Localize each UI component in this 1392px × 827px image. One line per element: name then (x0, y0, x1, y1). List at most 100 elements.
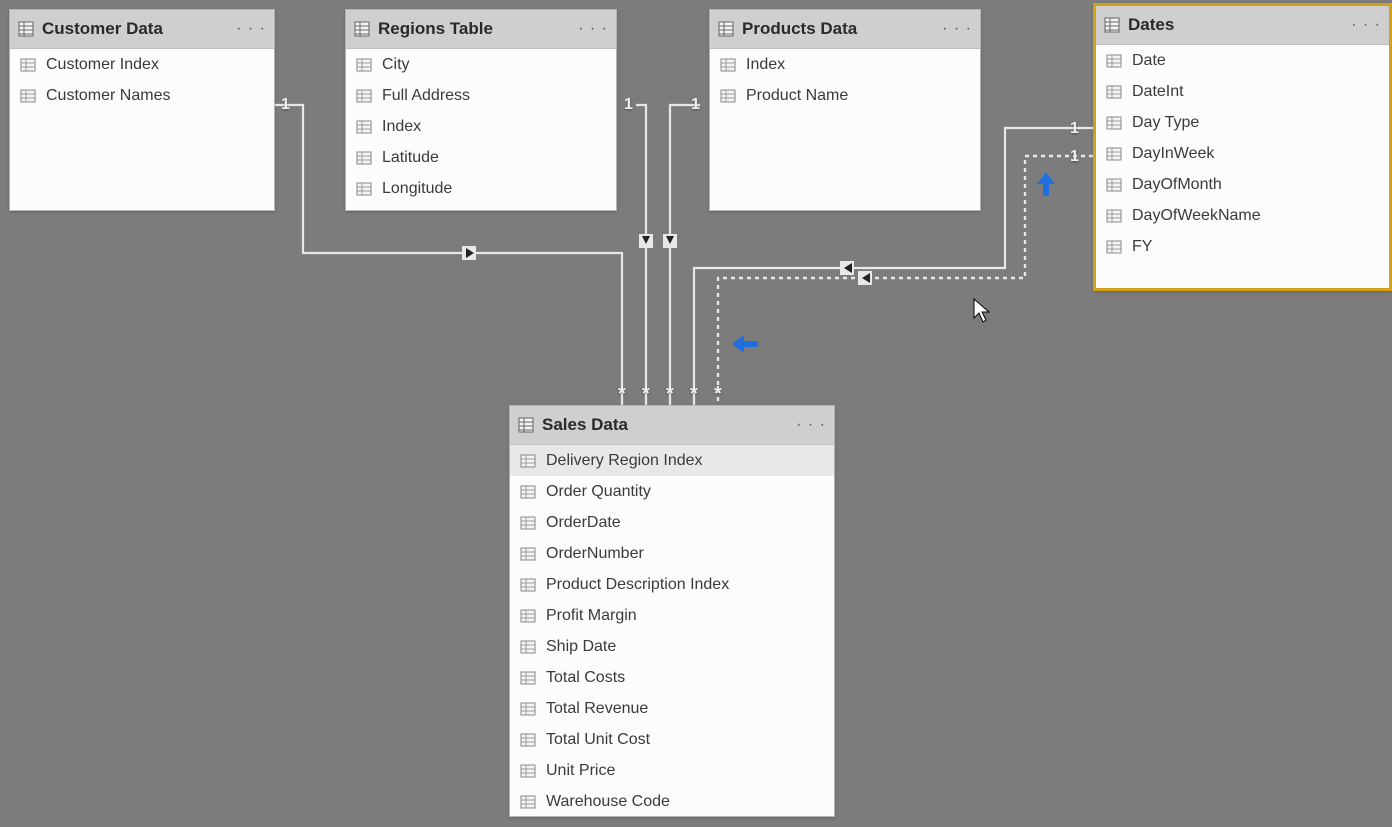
field-row[interactable]: Warehouse Code (510, 786, 834, 815)
field-row[interactable]: DayInWeek (1096, 138, 1389, 169)
field-label: Index (746, 56, 785, 74)
field-row[interactable]: Total Unit Cost (510, 724, 834, 755)
table-header[interactable]: Sales Data · · · (510, 406, 834, 445)
table-icon (1104, 17, 1120, 33)
field-row[interactable]: Day Type (1096, 107, 1389, 138)
column-icon (520, 485, 536, 499)
cardinality-label: * (690, 383, 698, 406)
field-label: Unit Price (546, 762, 615, 780)
table-title: Sales Data (542, 415, 628, 435)
field-label: OrderNumber (546, 545, 644, 563)
field-label: Total Revenue (546, 700, 648, 718)
field-row[interactable]: Profit Margin (510, 600, 834, 631)
field-label: Total Unit Cost (546, 731, 650, 749)
field-label: Date (1132, 52, 1166, 70)
field-label: City (382, 56, 410, 74)
table-title: Regions Table (378, 19, 493, 39)
field-row[interactable]: Ship Date (510, 631, 834, 662)
column-icon (520, 795, 536, 809)
column-icon (520, 764, 536, 778)
column-icon (356, 182, 372, 196)
field-list[interactable]: City Full Address Index Latitude Longitude (346, 49, 616, 209)
table-header[interactable]: Dates · · · (1096, 6, 1389, 45)
table-regions[interactable]: Regions Table · · · City Full Address Index L… (345, 9, 617, 211)
field-list[interactable]: Index Product Name (710, 49, 980, 209)
table-menu-button[interactable]: · · · (942, 20, 972, 38)
field-label: Warehouse Code (546, 793, 670, 811)
table-menu-button[interactable]: · · · (236, 20, 266, 38)
field-row[interactable]: Customer Index (10, 49, 274, 80)
column-icon (1106, 54, 1122, 68)
field-label: Product Name (746, 87, 848, 105)
field-label: OrderDate (546, 514, 621, 532)
table-header[interactable]: Customer Data · · · (10, 10, 274, 49)
field-row[interactable]: Full Address (346, 80, 616, 111)
field-row[interactable]: Unit Price (510, 755, 834, 786)
column-icon (720, 89, 736, 103)
annotation-arrow-left (730, 333, 760, 360)
field-row[interactable]: DayOfWeekName (1096, 200, 1389, 231)
field-row[interactable]: Order Quantity (510, 476, 834, 507)
table-header[interactable]: Regions Table · · · (346, 10, 616, 49)
table-title: Customer Data (42, 19, 163, 39)
column-icon (520, 578, 536, 592)
field-row[interactable]: Total Costs (510, 662, 834, 693)
field-row[interactable]: Latitude (346, 142, 616, 173)
table-menu-button[interactable]: · · · (796, 416, 826, 434)
field-label: Order Quantity (546, 483, 651, 501)
field-row[interactable]: Index (710, 49, 980, 80)
table-icon (354, 21, 370, 37)
field-list[interactable]: Date DateInt Day Type DayInWeek DayOfMonth Da… (1096, 45, 1389, 287)
field-list[interactable]: Delivery Region Index Order Quantity Order… (510, 445, 834, 815)
table-customer[interactable]: Customer Data· · ·Customer IndexCustomer… (9, 9, 275, 211)
table-title: Products Data (742, 19, 857, 39)
field-row[interactable]: OrderDate (510, 507, 834, 538)
field-row[interactable]: Product Name (710, 80, 980, 111)
field-row[interactable]: FY (1096, 231, 1389, 262)
cardinality-label: * (618, 383, 626, 406)
model-diagram-canvas[interactable]: { "tables": { "customer": { "title": "Cu… (0, 0, 1392, 827)
field-row[interactable]: Longitude (346, 173, 616, 204)
field-row[interactable]: DateInt (1096, 76, 1389, 107)
field-row[interactable]: Product Description Index (510, 569, 834, 600)
table-sales[interactable]: Sales Data · · · Delivery Region Index Orde… (509, 405, 835, 817)
column-icon (20, 89, 36, 103)
column-icon (520, 547, 536, 561)
column-icon (520, 702, 536, 716)
field-row[interactable]: City (346, 49, 616, 80)
field-label: Ship Date (546, 638, 616, 656)
field-label: Index (382, 118, 421, 136)
annotation-arrow-up (1035, 170, 1057, 203)
cardinality-label: 1 (1070, 148, 1079, 166)
table-menu-button[interactable]: · · · (1351, 16, 1381, 34)
field-label: Day Type (1132, 114, 1199, 132)
field-label: Longitude (382, 180, 452, 198)
table-title: Dates (1128, 15, 1174, 35)
field-label: Product Description Index (546, 576, 729, 594)
column-icon (356, 151, 372, 165)
field-label: Customer Index (46, 56, 159, 74)
field-label: DateInt (1132, 83, 1184, 101)
table-menu-button[interactable]: · · · (578, 20, 608, 38)
field-row[interactable]: Index (346, 111, 616, 142)
field-row[interactable]: Total Revenue (510, 693, 834, 724)
field-row[interactable]: Customer Names (10, 80, 274, 111)
field-row[interactable]: OrderNumber (510, 538, 834, 569)
field-list[interactable]: Customer Index Customer Names (10, 49, 274, 209)
column-icon (1106, 116, 1122, 130)
cardinality-label: 1 (624, 96, 633, 114)
column-icon (1106, 147, 1122, 161)
table-header[interactable]: Products Data · · · (710, 10, 980, 49)
column-icon (1106, 85, 1122, 99)
field-label: DayOfMonth (1132, 176, 1222, 194)
field-label: DayOfWeekName (1132, 207, 1261, 225)
table-dates[interactable]: Dates· · ·DateDateIntDay TypeDayInWeekDa… (1093, 3, 1392, 291)
table-products[interactable]: Products Data · · · Index Product Name (709, 9, 981, 211)
column-icon (1106, 240, 1122, 254)
field-row[interactable]: Delivery Region Index (510, 445, 834, 476)
field-row[interactable]: DayOfMonth (1096, 169, 1389, 200)
cardinality-label: 1 (1070, 120, 1079, 138)
field-row[interactable]: Date (1096, 45, 1389, 76)
field-label: FY (1132, 238, 1152, 256)
column-icon (520, 516, 536, 530)
